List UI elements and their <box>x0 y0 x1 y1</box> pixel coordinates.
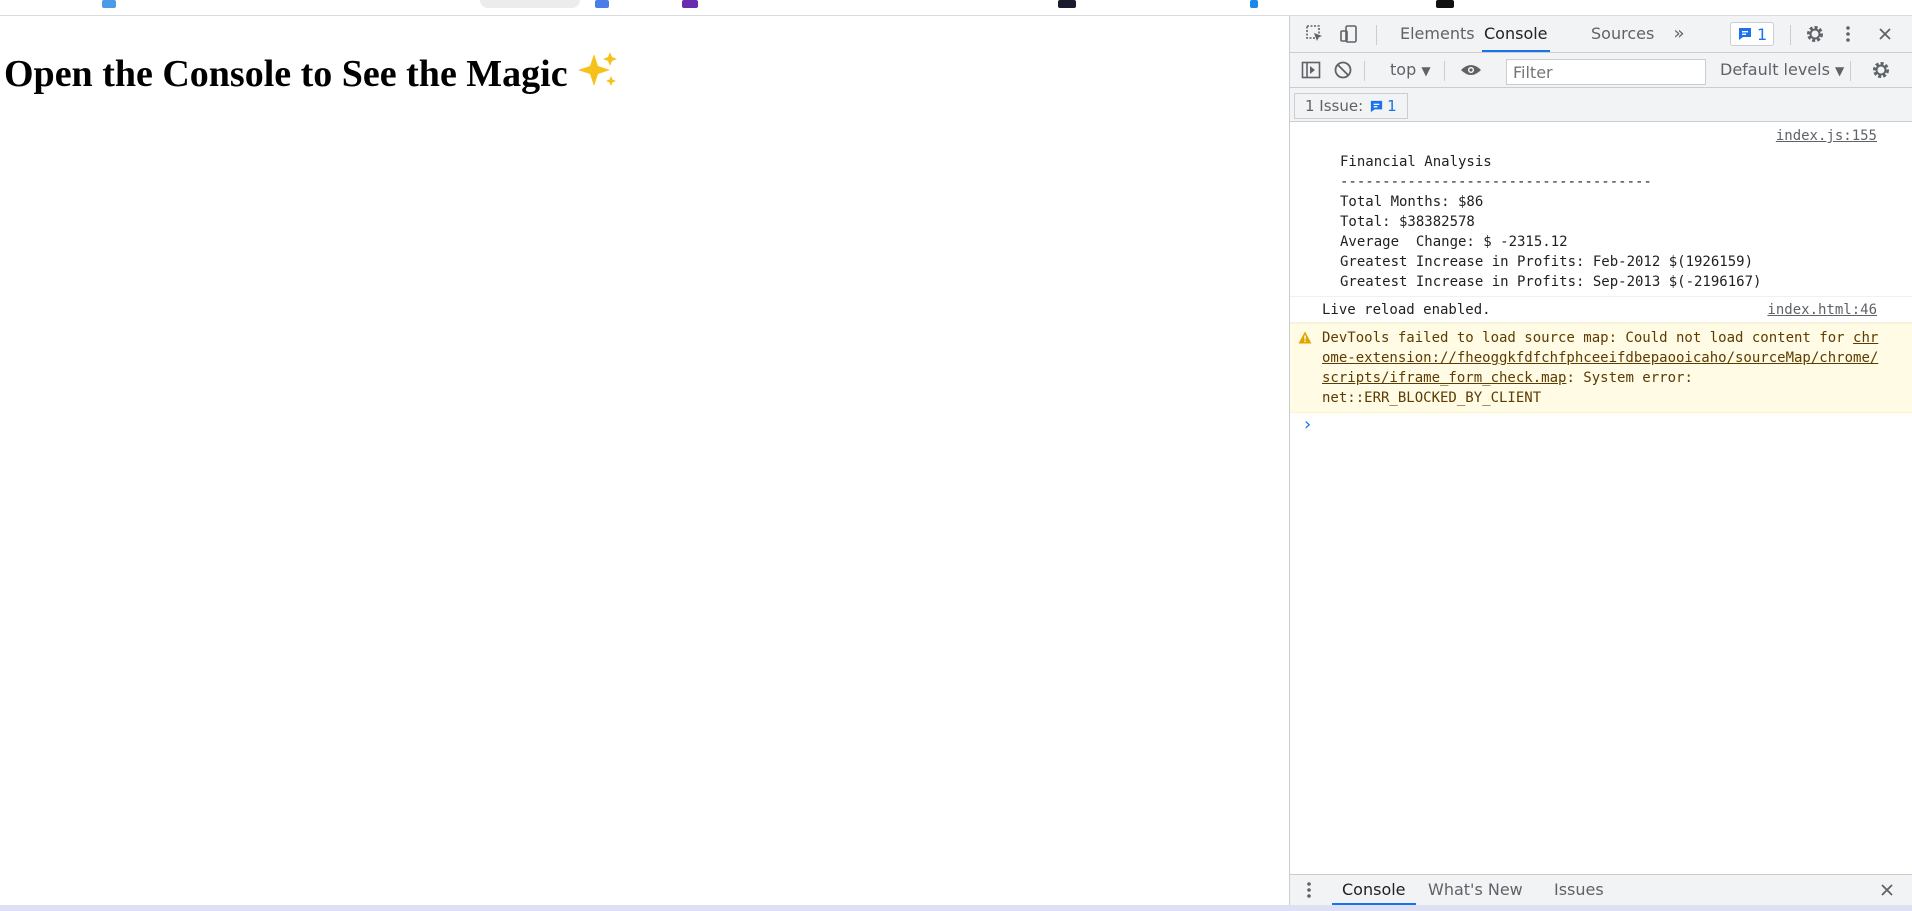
source-link[interactable]: index.html:46 <box>1767 297 1877 323</box>
tab-elements[interactable]: Elements <box>1398 16 1477 52</box>
console-warning-message: DevTools failed to load source map: Coul… <box>1290 323 1912 413</box>
separator <box>1790 25 1791 45</box>
drawer-tabbar: Console What's New Issues <box>1290 874 1912 905</box>
bookmark-icon[interactable] <box>1058 0 1076 8</box>
drawer-menu-icon[interactable] <box>1296 877 1322 903</box>
issues-count-value: 1 <box>1387 97 1397 115</box>
bookmark-icon[interactable] <box>480 0 580 8</box>
warning-icon <box>1298 330 1312 350</box>
bookmark-icon[interactable] <box>102 0 116 8</box>
settings-gear-icon[interactable] <box>1802 21 1828 47</box>
console-log-message: index.js:155 Financial Analysis ---------… <box>1290 122 1912 297</box>
issues-count-badge: 1 <box>1369 97 1397 115</box>
log-line: Total Months: $86 <box>1340 194 1484 210</box>
log-levels-label: Default levels <box>1720 60 1830 79</box>
more-tabs-icon[interactable]: » <box>1666 20 1692 46</box>
log-line: Greatest Increase in Profits: Sep-2013 $… <box>1340 274 1762 290</box>
bookmark-icon[interactable] <box>1436 0 1454 8</box>
issues-counter-button[interactable]: 1 <box>1730 22 1775 46</box>
web-page: Open the Console to See the Magic <box>0 16 1289 905</box>
drawer-tab-issues[interactable]: Issues <box>1554 875 1604 905</box>
log-line: Financial Analysis <box>1340 154 1492 170</box>
separator <box>1444 61 1445 81</box>
tab-sources[interactable]: Sources <box>1589 16 1656 52</box>
tab-console[interactable]: Console <box>1482 16 1550 52</box>
issues-count: 1 <box>1757 24 1768 44</box>
console-info-message: Live reload enabled. index.html:46 <box>1290 297 1912 323</box>
drawer-tab-whats-new[interactable]: What's New <box>1428 875 1523 905</box>
dropdown-arrow-icon: ▼ <box>1421 64 1431 78</box>
clear-console-icon[interactable] <box>1330 57 1356 83</box>
close-drawer-icon[interactable] <box>1874 877 1900 903</box>
close-devtools-icon[interactable] <box>1872 21 1898 47</box>
separator <box>1364 61 1365 81</box>
message-icon <box>1371 100 1383 112</box>
log-text: Financial Analysis ----------------------… <box>1290 122 1912 296</box>
separator <box>1376 25 1377 45</box>
drawer-tab-console[interactable]: Console <box>1332 875 1416 905</box>
live-expression-eye-icon[interactable] <box>1458 57 1484 83</box>
separator <box>1850 61 1851 81</box>
console-output: index.js:155 Financial Analysis ---------… <box>1290 122 1912 874</box>
message-icon <box>1739 28 1751 40</box>
bookmarks-bar <box>0 0 1912 16</box>
console-filter-input[interactable] <box>1506 59 1706 85</box>
issues-button[interactable]: 1 Issue: 1 <box>1294 93 1408 119</box>
prompt-chevron-icon: › <box>1302 414 1313 435</box>
page-title-text: Open the Console to See the Magic <box>4 53 568 95</box>
issues-bar: 1 Issue: 1 <box>1290 88 1912 122</box>
live-reload-text: Live reload enabled. <box>1322 302 1491 318</box>
bookmark-icon[interactable] <box>682 0 698 8</box>
bookmark-icon[interactable] <box>1250 0 1258 8</box>
dropdown-arrow-icon: ▼ <box>1835 64 1845 78</box>
inspect-element-icon[interactable] <box>1302 21 1328 47</box>
page-title: Open the Console to See the Magic <box>4 50 620 100</box>
log-line: ------------------------------------- <box>1340 174 1652 190</box>
context-value: top <box>1390 60 1417 79</box>
log-line: Total: $38382578 <box>1340 214 1475 230</box>
taskbar-edge <box>0 905 1912 911</box>
devtools-panel: Elements Console Sources » 1 top ▼ Filte… <box>1289 16 1912 905</box>
warning-text-prefix: DevTools failed to load source map: Coul… <box>1322 330 1854 346</box>
console-prompt[interactable]: › <box>1290 413 1912 437</box>
devtools-tabbar: Elements Console Sources » 1 <box>1290 16 1912 53</box>
context-selector[interactable]: top ▼ <box>1390 58 1431 82</box>
device-toolbar-icon[interactable] <box>1336 21 1362 47</box>
log-levels-dropdown[interactable]: Default levels ▼ <box>1720 58 1844 82</box>
issues-label: 1 Issue: <box>1305 97 1364 115</box>
source-link[interactable]: index.js:155 <box>1776 128 1877 144</box>
log-line: Greatest Increase in Profits: Feb-2012 $… <box>1340 254 1754 270</box>
sidebar-toggle-icon[interactable] <box>1298 57 1324 83</box>
bookmark-icon[interactable] <box>595 0 609 8</box>
more-options-icon[interactable] <box>1835 21 1861 47</box>
log-line: Average Change: $ -2315.12 <box>1340 234 1568 250</box>
sparkles-icon <box>576 50 620 100</box>
console-settings-gear-icon[interactable] <box>1868 57 1894 83</box>
console-toolbar: top ▼ Default levels ▼ <box>1290 53 1912 88</box>
